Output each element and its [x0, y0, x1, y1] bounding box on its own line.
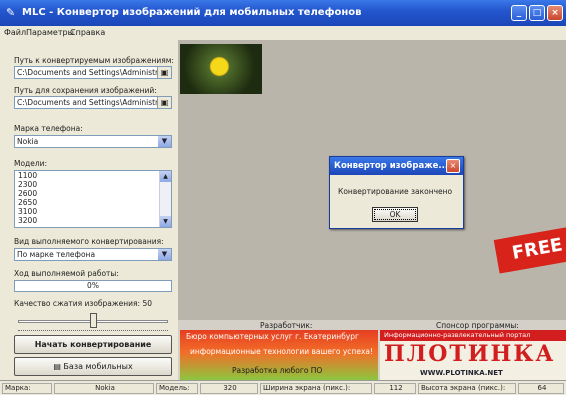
quality-slider-thumb[interactable]	[90, 313, 97, 328]
dest-path-label: Путь для сохранения изображений:	[14, 86, 157, 95]
status-height-label: Высота экрана (пикс.):	[418, 383, 516, 394]
sponsor-label: Спонсор программы:	[436, 321, 519, 330]
scroll-down-icon[interactable]: ▼	[160, 216, 171, 227]
status-width-value: 112	[374, 383, 416, 394]
menu-file[interactable]: Файл	[4, 28, 26, 37]
app-logo-icon: ✎	[6, 6, 16, 19]
developer-banner[interactable]: Бюро компьютерных услуг г. Екатеринбург …	[180, 330, 378, 380]
models-scrollbar[interactable]: ▲ ▼	[159, 171, 171, 227]
source-path-field[interactable]: C:\Documents and Settings\Administr ▣	[14, 66, 172, 79]
folder-browse-icon[interactable]: ▣	[157, 97, 171, 108]
chevron-down-icon[interactable]: ▼	[158, 249, 171, 260]
quality-label: Качество сжатия изображения: 50	[14, 299, 153, 308]
list-item[interactable]: 1100	[15, 171, 171, 180]
start-convert-button[interactable]: Начать конвертирование	[14, 335, 172, 354]
sponsor-banner[interactable]: Информационно-развлекательный портал ПЛО…	[380, 330, 566, 380]
status-height-value: 64	[518, 383, 564, 394]
phone-database-label: База мобильных	[63, 362, 133, 371]
phone-database-icon: ▤	[53, 362, 64, 371]
dialog-title: Конвертор изображе...	[330, 157, 463, 175]
slider-ticks	[18, 328, 168, 331]
menu-bar: Файл Параметры Справка	[0, 26, 566, 40]
brand-value: Nokia	[17, 137, 39, 146]
status-model-value: 320	[200, 383, 258, 394]
window-title: MLC - Конвертор изображений для мобильны…	[22, 7, 362, 18]
brand-select[interactable]: Nokia ▼	[14, 135, 172, 148]
list-item[interactable]: 2300	[15, 180, 171, 189]
main-window: ✎ MLC - Конвертор изображений для мобиль…	[0, 0, 566, 395]
brand-label: Марка телефона:	[14, 124, 83, 133]
conversion-type-select[interactable]: По марке телефона ▼	[14, 248, 172, 261]
developer-line2: информационные технологии вашего успеха!	[190, 347, 373, 356]
sponsor-url: WWW.PLOTINKA.NET	[420, 369, 503, 377]
status-model-label: Модель:	[156, 383, 198, 394]
developer-line3: Разработка любого ПО	[232, 366, 323, 375]
list-item[interactable]: 2650	[15, 198, 171, 207]
dest-path-field[interactable]: C:\Documents and Settings\Administr ▣	[14, 96, 172, 109]
source-path-label: Путь к конвертируемым изображениям:	[14, 56, 174, 65]
models-label: Модели:	[14, 159, 48, 168]
conversion-type-value: По марке телефона	[17, 250, 96, 259]
models-list[interactable]: 1100 2300 2600 2650 3100 3200 ▲ ▼	[14, 170, 172, 228]
list-item[interactable]: 3100	[15, 207, 171, 216]
sponsor-top: Информационно-развлекательный портал	[380, 330, 566, 341]
progress-label: Ход выполняемой работы:	[14, 269, 119, 278]
status-bar: Марка: Nokia Модель: 320 Ширина экрана (…	[0, 380, 566, 395]
status-brand-value: Nokia	[54, 383, 154, 394]
source-path-value: C:\Documents and Settings\Administr	[17, 68, 159, 77]
list-item[interactable]: 2600	[15, 189, 171, 198]
scroll-up-icon[interactable]: ▲	[160, 171, 171, 182]
close-button[interactable]: ×	[547, 5, 563, 21]
status-width-label: Ширина экрана (пикс.):	[260, 383, 372, 394]
developer-label: Разработчик:	[260, 321, 313, 330]
menu-parameters[interactable]: Параметры	[26, 28, 74, 37]
dialog-message: Конвертирование закончено	[338, 187, 453, 196]
minimize-button[interactable]: _	[511, 5, 527, 21]
free-banner: FREE	[493, 224, 566, 274]
image-thumbnail[interactable]	[180, 44, 262, 94]
phone-database-button[interactable]: ▤ База мобильных	[14, 357, 172, 376]
progress-bar: 0%	[14, 280, 172, 292]
dest-path-value: C:\Documents and Settings\Administr	[17, 98, 159, 107]
sponsor-logo: ПЛОТИНКА	[384, 341, 556, 367]
close-icon[interactable]: ×	[446, 159, 460, 173]
status-brand-label: Марка:	[2, 383, 52, 394]
conversion-type-label: Вид выполняемого конвертирования:	[14, 237, 164, 246]
list-item[interactable]: 3200	[15, 216, 171, 225]
ok-button[interactable]: OK	[372, 207, 418, 222]
message-dialog: Конвертор изображе... × Конвертирование …	[329, 156, 464, 229]
developer-line1: Бюро компьютерных услуг г. Екатеринбург	[186, 332, 359, 341]
progress-value: 0%	[87, 281, 99, 290]
chevron-down-icon[interactable]: ▼	[158, 136, 171, 147]
maximize-button[interactable]: □	[529, 5, 545, 21]
folder-browse-icon[interactable]: ▣	[157, 67, 171, 78]
menu-help[interactable]: Справка	[70, 28, 105, 37]
title-bar[interactable]: ✎ MLC - Конвертор изображений для мобиль…	[0, 0, 566, 26]
